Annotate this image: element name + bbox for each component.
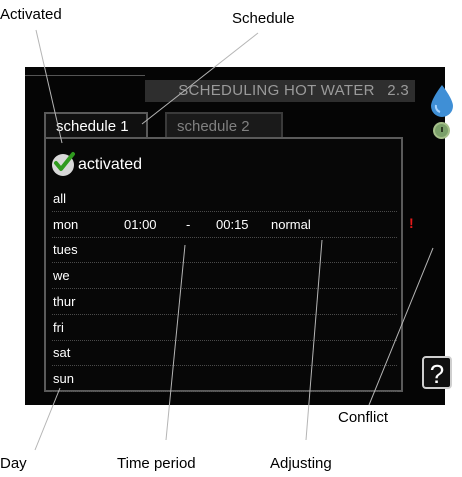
callout-activated: Activated — [0, 6, 62, 23]
tab-schedule-2[interactable]: schedule 2 — [165, 112, 283, 138]
day-label: we — [53, 268, 70, 284]
water-drop-icon — [431, 85, 453, 117]
day-label: sat — [53, 345, 71, 361]
start-time: 01:00 — [124, 216, 157, 232]
day-row[interactable]: we — [52, 265, 397, 290]
day-label: all — [53, 191, 67, 206]
menu-number: 2.3 — [387, 82, 409, 99]
day-label: tues — [53, 242, 78, 258]
day-label: fri — [53, 319, 64, 335]
day-row[interactable]: thur — [52, 291, 397, 315]
callout-day: Day — [0, 455, 27, 472]
tab-schedule-1[interactable]: schedule 1 — [44, 112, 148, 138]
activated-toggle[interactable]: activated — [52, 152, 142, 178]
screen-title-text: SCHEDULING HOT WATER — [178, 82, 375, 99]
callout-conflict: Conflict — [338, 409, 389, 426]
day-row[interactable]: fri — [52, 317, 397, 341]
screen-title: SCHEDULING HOT WATER 2.3 — [145, 80, 415, 102]
day-label: thur — [53, 293, 76, 309]
title-divider — [25, 75, 145, 76]
day-label: mon — [53, 216, 79, 232]
conflict-marker: ! — [409, 215, 414, 231]
callout-adjusting: Adjusting — [270, 455, 332, 472]
day-row[interactable]: all — [52, 188, 397, 212]
day-row[interactable]: tues — [52, 239, 397, 264]
mode-value: normal — [271, 216, 311, 232]
clock-icon — [433, 122, 450, 139]
end-time: 00:15 — [216, 216, 249, 232]
activated-label: activated — [78, 156, 143, 173]
callout-time-period: Time period — [117, 455, 196, 472]
callout-schedule: Schedule — [232, 10, 295, 27]
day-row[interactable]: sun — [52, 368, 397, 392]
checkmark-icon — [52, 152, 75, 176]
help-button[interactable]: ? — [422, 356, 452, 389]
day-row[interactable]: mon 01:00 - 00:15 normal — [52, 214, 397, 238]
time-separator: - — [186, 216, 191, 232]
day-label: sun — [53, 370, 74, 386]
day-row[interactable]: sat — [52, 342, 397, 367]
